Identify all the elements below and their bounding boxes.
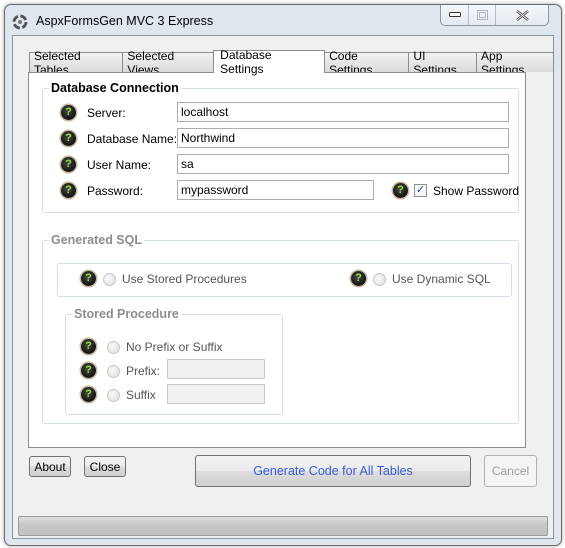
help-icon[interactable]: ? xyxy=(61,157,76,172)
password-label: Password: xyxy=(87,184,144,198)
prefix-input[interactable] xyxy=(167,359,265,379)
help-icon[interactable]: ? xyxy=(61,105,76,120)
database-name-input[interactable] xyxy=(177,128,509,148)
help-icon[interactable]: ? xyxy=(61,131,76,146)
prefix-label[interactable]: Prefix: xyxy=(126,364,160,378)
about-button[interactable]: About xyxy=(29,456,71,477)
caption-buttons xyxy=(440,5,549,26)
close-button[interactable]: Close xyxy=(84,456,126,477)
suffix-label[interactable]: Suffix xyxy=(126,388,156,402)
tab-app-settings[interactable]: App Settings xyxy=(476,49,555,77)
user-name-input[interactable] xyxy=(177,154,509,174)
use-dynamic-sql-label[interactable]: Use Dynamic SQL xyxy=(392,272,491,286)
use-dynamic-sql-radio[interactable] xyxy=(373,273,386,286)
prefix-radio[interactable] xyxy=(107,365,120,378)
maximize-button[interactable] xyxy=(469,5,496,25)
maximize-icon xyxy=(476,10,488,20)
tab-database-settings[interactable]: Database Settings xyxy=(213,48,326,76)
help-icon[interactable]: ? xyxy=(81,339,96,354)
no-prefix-suffix-radio[interactable] xyxy=(107,341,120,354)
cancel-button[interactable]: Cancel xyxy=(484,455,537,487)
use-stored-procedures-label[interactable]: Use Stored Procedures xyxy=(122,272,247,286)
generate-code-button[interactable]: Generate Code for All Tables xyxy=(195,455,471,487)
close-window-button[interactable] xyxy=(496,5,548,25)
close-icon xyxy=(515,9,529,21)
window-title: AspxFormsGen MVC 3 Express xyxy=(36,14,214,28)
tab-selected-tables[interactable]: Selected Tables xyxy=(29,49,124,77)
main-window: AspxFormsGen MVC 3 Express Selected Tabl… xyxy=(4,4,562,546)
help-icon[interactable]: ? xyxy=(393,183,408,198)
title-bar[interactable]: AspxFormsGen MVC 3 Express xyxy=(5,5,561,35)
database-settings-page: Database Connection ? Server: ? Database… xyxy=(28,72,526,448)
help-icon[interactable]: ? xyxy=(81,271,96,286)
no-prefix-suffix-label[interactable]: No Prefix or Suffix xyxy=(126,340,222,354)
generated-sql-legend: Generated SQL xyxy=(51,233,142,247)
suffix-radio[interactable] xyxy=(107,389,120,402)
database-connection-legend: Database Connection xyxy=(51,81,179,95)
help-icon[interactable]: ? xyxy=(351,271,366,286)
tab-selected-views[interactable]: Selected Views xyxy=(122,49,215,77)
show-password-checkbox[interactable]: ✓ xyxy=(414,184,427,197)
help-icon[interactable]: ? xyxy=(61,183,76,198)
tab-strip: Selected Tables Selected Views Database … xyxy=(29,48,555,77)
server-label: Server: xyxy=(87,106,126,120)
help-icon[interactable]: ? xyxy=(81,363,96,378)
stored-procedure-legend: Stored Procedure xyxy=(74,307,179,321)
minimize-icon xyxy=(448,12,461,17)
minimize-button[interactable] xyxy=(441,5,469,25)
app-icon xyxy=(12,14,28,30)
database-name-label: Database Name: xyxy=(87,132,178,146)
tab-code-settings[interactable]: Code Settings xyxy=(324,49,410,77)
server-input[interactable] xyxy=(177,102,509,122)
help-icon[interactable]: ? xyxy=(81,387,96,402)
progress-bar xyxy=(18,516,548,536)
show-password-label[interactable]: Show Password xyxy=(433,184,519,198)
tab-ui-settings[interactable]: UI Settings xyxy=(408,49,478,77)
use-stored-procedures-radio[interactable] xyxy=(103,273,116,286)
client-area: Selected Tables Selected Views Database … xyxy=(12,35,555,539)
user-name-label: User Name: xyxy=(87,158,152,172)
password-input[interactable] xyxy=(177,180,374,200)
suffix-input[interactable] xyxy=(167,384,265,404)
